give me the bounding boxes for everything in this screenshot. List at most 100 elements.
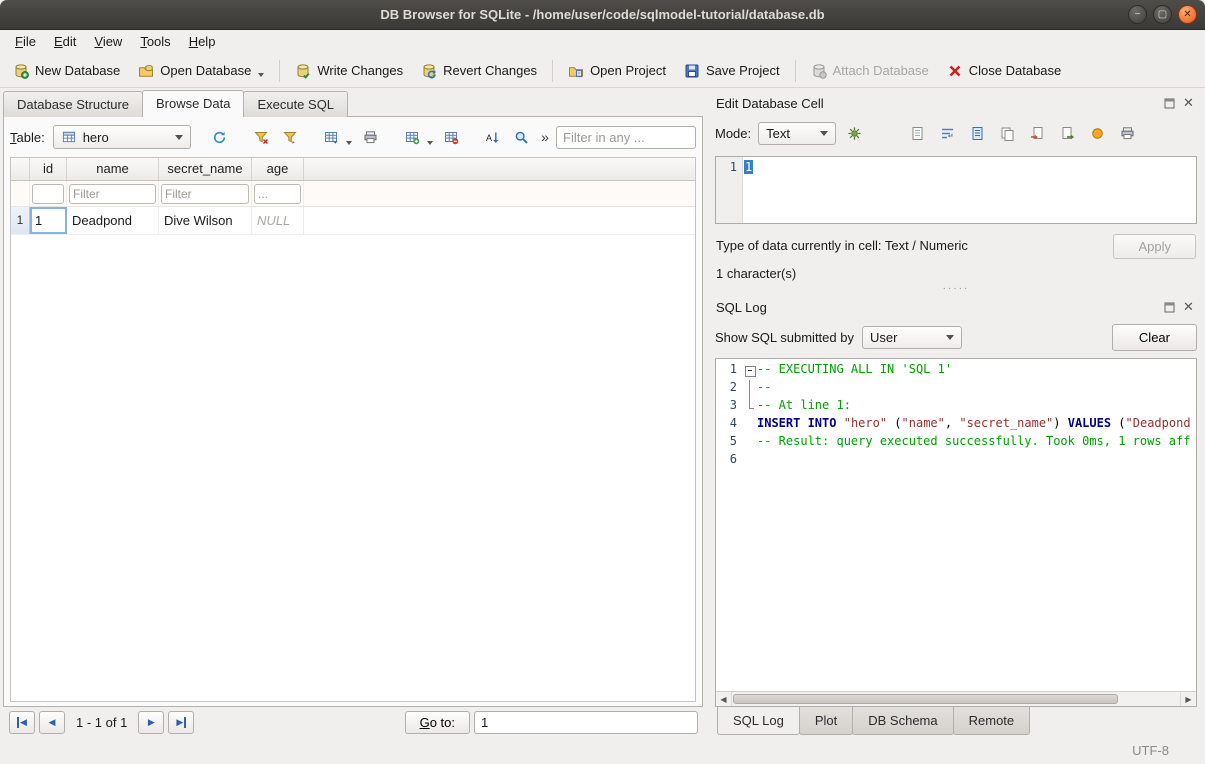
- dock-splitter-handle[interactable]: ·····: [715, 282, 1197, 294]
- text-view-button[interactable]: [906, 122, 928, 144]
- revert-changes-button[interactable]: Revert Changes: [413, 59, 545, 83]
- fold-marker-icon[interactable]: [742, 362, 757, 380]
- cell-editor-content[interactable]: 1: [743, 157, 754, 223]
- find-button[interactable]: [509, 125, 534, 149]
- record-navigation: ◀ ◀ 1 - 1 of 1 ▶ ▶ Go to:: [3, 707, 706, 737]
- open-database-button[interactable]: Open Database: [130, 59, 272, 83]
- dock-tab-remote[interactable]: Remote: [953, 707, 1031, 735]
- sql-log-view[interactable]: 1 -- EXECUTING ALL IN 'SQL 1' 2 -- 3: [715, 358, 1197, 707]
- sort-button[interactable]: A: [480, 125, 505, 149]
- dock-tab-sql-log[interactable]: SQL Log: [717, 707, 800, 735]
- refresh-button[interactable]: [207, 125, 232, 149]
- export-button[interactable]: [1056, 122, 1078, 144]
- next-record-icon: ▶: [148, 717, 155, 728]
- save-table-dropdown-icon[interactable]: [346, 141, 352, 145]
- menu-file[interactable]: File: [6, 30, 45, 54]
- edit-cell-toolbar: Mode: Text: [715, 116, 1197, 150]
- sort-asc-icon: A: [485, 129, 501, 145]
- menu-tools[interactable]: Tools: [131, 30, 179, 54]
- close-panel-icon[interactable]: ✕: [1181, 300, 1196, 315]
- clear-log-button[interactable]: Clear: [1112, 324, 1197, 351]
- cell-editor[interactable]: 1 1: [715, 156, 1197, 224]
- column-header-age[interactable]: age: [252, 158, 304, 180]
- show-sql-label: Show SQL submitted by: [715, 330, 854, 345]
- import-button[interactable]: [1026, 122, 1048, 144]
- open-project-button[interactable]: Open Project: [560, 59, 674, 83]
- cell-info-area: Type of data currently in cell: Text / N…: [715, 224, 1197, 282]
- goto-button[interactable]: Go to:: [405, 711, 470, 734]
- set-null-button[interactable]: [1086, 122, 1108, 144]
- column-header-name[interactable]: name: [67, 158, 159, 180]
- tab-browse-data[interactable]: Browse Data: [142, 90, 244, 117]
- insert-record-dropdown-icon[interactable]: [427, 141, 433, 145]
- export-icon: [1059, 125, 1075, 141]
- float-panel-icon[interactable]: [1162, 300, 1177, 315]
- menu-edit[interactable]: Edit: [45, 30, 85, 54]
- dock-tab-plot[interactable]: Plot: [799, 707, 853, 735]
- submitted-by-combobox[interactable]: User: [862, 326, 962, 349]
- clear-filters-button[interactable]: [249, 125, 274, 149]
- next-record-button[interactable]: ▶: [138, 711, 164, 734]
- goto-input[interactable]: [474, 711, 698, 734]
- print-cell-button[interactable]: [1116, 122, 1138, 144]
- float-panel-icon[interactable]: [1162, 96, 1177, 111]
- insert-record-button[interactable]: [400, 125, 425, 149]
- save-table-button[interactable]: [319, 125, 344, 149]
- column-header-id[interactable]: id: [30, 158, 67, 180]
- open-in-editor-button[interactable]: [966, 122, 988, 144]
- save-table-icon: [324, 129, 340, 145]
- main-toolbar: New Database Open Database Write Changes…: [0, 54, 1205, 88]
- new-database-button[interactable]: New Database: [5, 59, 128, 83]
- copy-button[interactable]: [996, 122, 1018, 144]
- grid-empty-area[interactable]: [11, 235, 695, 701]
- title-bar[interactable]: DB Browser for SQLite - /home/user/code/…: [0, 0, 1205, 30]
- horizontal-scrollbar[interactable]: ◀ ▶: [716, 691, 1196, 706]
- edit-filters-button[interactable]: [278, 125, 303, 149]
- copy-icon: [999, 125, 1015, 141]
- corner-header[interactable]: [11, 158, 30, 180]
- menu-help[interactable]: Help: [180, 30, 225, 54]
- column-header-secret-name[interactable]: secret_name: [159, 158, 252, 180]
- close-button[interactable]: ✕: [1178, 5, 1197, 24]
- filter-input-age[interactable]: [254, 184, 301, 204]
- word-wrap-icon: [939, 125, 955, 141]
- toolbar-separator: [795, 60, 796, 82]
- word-wrap-button[interactable]: [936, 122, 958, 144]
- tab-database-structure[interactable]: Database Structure: [3, 91, 143, 117]
- cell-secret-name[interactable]: Dive Wilson: [159, 207, 252, 234]
- toolbar-overflow-chevron[interactable]: »: [541, 129, 549, 145]
- maximize-button[interactable]: ▢: [1153, 5, 1172, 24]
- scrollbar-handle[interactable]: [733, 694, 1118, 704]
- save-project-button[interactable]: Save Project: [676, 59, 788, 83]
- minimize-button[interactable]: −: [1128, 5, 1147, 24]
- scroll-left-icon[interactable]: ◀: [716, 692, 732, 706]
- filter-input-id[interactable]: [32, 184, 64, 204]
- print-table-button[interactable]: [358, 125, 383, 149]
- scrollbar-track[interactable]: [732, 692, 1180, 706]
- table-combobox[interactable]: hero: [53, 125, 191, 149]
- apply-format-button[interactable]: [843, 122, 865, 144]
- close-panel-icon[interactable]: ✕: [1181, 96, 1196, 111]
- close-database-button[interactable]: Close Database: [939, 59, 1070, 83]
- mode-combobox[interactable]: Text: [758, 122, 836, 145]
- last-record-button[interactable]: ▶: [168, 711, 194, 734]
- open-database-dropdown-icon[interactable]: [258, 73, 264, 77]
- cell-age[interactable]: NULL: [252, 207, 304, 234]
- edit-cell-icons: [906, 122, 1138, 144]
- first-record-button[interactable]: ◀: [9, 711, 35, 734]
- write-changes-button[interactable]: Write Changes: [287, 59, 411, 83]
- cell-id[interactable]: 1: [30, 207, 67, 234]
- filter-any-input[interactable]: [556, 126, 696, 149]
- filter-input-name[interactable]: [69, 184, 156, 204]
- cell-name[interactable]: Deadpond: [67, 207, 159, 234]
- scroll-right-icon[interactable]: ▶: [1180, 692, 1196, 706]
- menu-view[interactable]: View: [85, 30, 131, 54]
- previous-record-button[interactable]: ◀: [39, 711, 65, 734]
- apply-button: Apply: [1113, 234, 1196, 259]
- filter-input-secret-name[interactable]: [161, 184, 249, 204]
- delete-record-button[interactable]: [439, 125, 464, 149]
- row-header[interactable]: 1: [11, 207, 30, 234]
- log-line: 5 -- Result: query executed successfully…: [716, 434, 1196, 452]
- dock-tab-db-schema[interactable]: DB Schema: [852, 707, 953, 735]
- tab-execute-sql[interactable]: Execute SQL: [243, 91, 348, 117]
